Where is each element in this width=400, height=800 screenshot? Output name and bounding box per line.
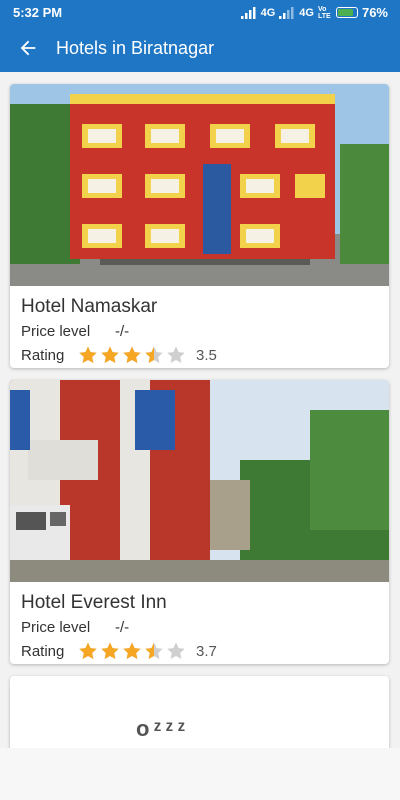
rating-stars bbox=[78, 345, 186, 365]
star-icon bbox=[123, 346, 141, 363]
price-label: Price level bbox=[21, 619, 91, 636]
signal-icon bbox=[240, 6, 256, 19]
star-icon bbox=[123, 642, 141, 659]
rating-row: Rating 3.7 bbox=[21, 641, 389, 661]
star-icon bbox=[145, 346, 163, 363]
price-value: -/- bbox=[115, 619, 130, 636]
star-icon bbox=[79, 642, 97, 659]
hotel-photo bbox=[10, 84, 389, 286]
price-value: -/- bbox=[115, 323, 130, 340]
hotel-photo bbox=[10, 380, 389, 582]
star-icon bbox=[101, 346, 119, 363]
hotel-list: Hotel Namaskar Price level -/- Rating 3.… bbox=[0, 72, 400, 748]
price-row: Price level -/- bbox=[21, 323, 389, 340]
rating-stars bbox=[78, 641, 186, 661]
page-title: Hotels in Biratnagar bbox=[56, 37, 215, 58]
sleeping-placeholder-icon: oᶻᶻᶻ bbox=[136, 716, 190, 741]
back-button[interactable] bbox=[0, 24, 56, 72]
toolbar: Hotels in Biratnagar bbox=[0, 24, 400, 72]
hotel-card[interactable]: Hotel Namaskar Price level -/- Rating 3.… bbox=[10, 84, 389, 368]
battery-icon bbox=[335, 7, 358, 18]
signal-icon-2 bbox=[279, 6, 294, 19]
app-bar: 5:32 PM 4G 4G Vo LTE 76% Hotels in Birat… bbox=[0, 0, 400, 72]
hotel-name: Hotel Namaskar bbox=[21, 296, 158, 317]
star-icon bbox=[101, 642, 119, 659]
arrow-left-icon bbox=[20, 40, 36, 56]
star-icon bbox=[167, 642, 185, 659]
status-bar: 5:32 PM 4G 4G Vo LTE 76% bbox=[0, 0, 400, 24]
volte-indicator: Vo LTE bbox=[317, 5, 331, 20]
bottom-navigation-area bbox=[0, 748, 400, 800]
rating-value: 3.7 bbox=[196, 642, 217, 660]
price-row: Price level -/- bbox=[21, 619, 389, 636]
price-label: Price level bbox=[21, 323, 91, 340]
status-time: 5:32 PM bbox=[13, 5, 63, 20]
hotel-card[interactable]: Hotel Everest Inn Price level -/- Rating… bbox=[10, 380, 389, 664]
rating-value: 3.5 bbox=[196, 346, 217, 364]
battery-percent: 76% bbox=[361, 5, 388, 20]
network-type: 4G bbox=[260, 6, 276, 19]
status-icons: 4G 4G Vo LTE 76% bbox=[240, 5, 388, 20]
star-icon bbox=[145, 642, 163, 659]
rating-row: Rating 3.5 bbox=[21, 345, 389, 365]
network-type-2: 4G bbox=[299, 6, 314, 19]
star-icon bbox=[167, 346, 185, 363]
hotel-card-placeholder[interactable] bbox=[10, 676, 389, 748]
hotel-name: Hotel Everest Inn bbox=[21, 592, 167, 613]
star-icon bbox=[79, 346, 97, 363]
